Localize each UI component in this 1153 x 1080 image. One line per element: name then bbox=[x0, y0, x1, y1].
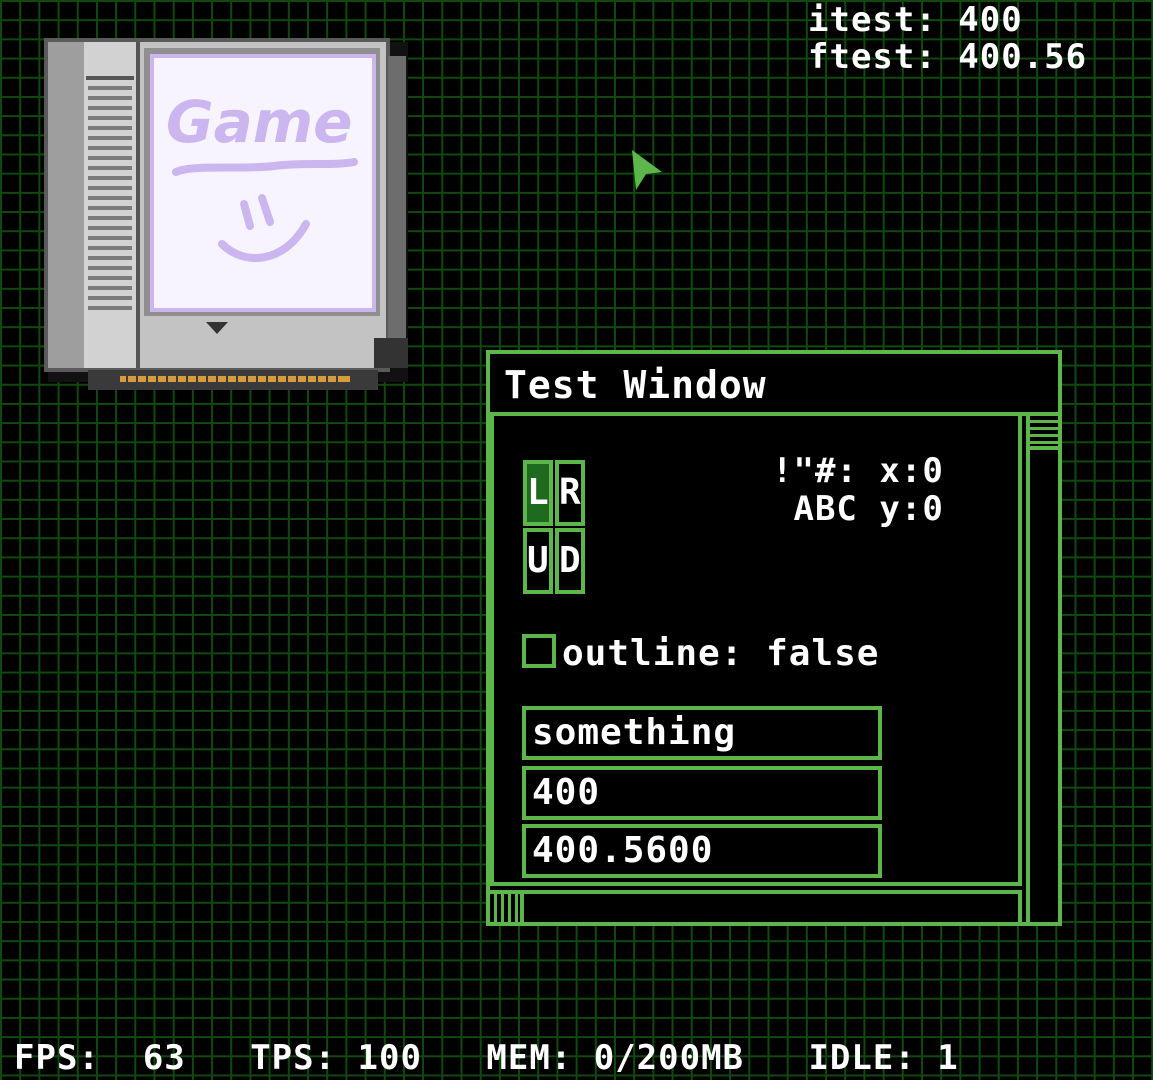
window-title[interactable]: Test Window bbox=[504, 360, 767, 410]
tps-readout: TPS: 100 bbox=[250, 1038, 422, 1078]
horizontal-scrollbar[interactable] bbox=[490, 890, 1022, 922]
itest-readout: itest: 400 bbox=[808, 0, 1023, 40]
fps-readout: FPS: 63 bbox=[14, 1038, 186, 1078]
dpad-right-button[interactable]: R bbox=[555, 460, 585, 526]
dpad-up-button[interactable]: U bbox=[523, 528, 553, 594]
dpad-down-button[interactable]: D bbox=[555, 528, 585, 594]
vertical-scroll-thumb[interactable] bbox=[1030, 416, 1058, 450]
dpad-left-button[interactable]: L bbox=[523, 460, 553, 526]
idle-readout: IDLE: 1 bbox=[808, 1038, 959, 1078]
text-input-field[interactable]: something bbox=[522, 706, 882, 760]
outline-checkbox-label: outline: false bbox=[562, 633, 880, 674]
status-bar: FPS: 63 TPS: 100 MEM: 0/200MB IDLE: 1 bbox=[14, 1036, 959, 1080]
coordinate-x: x:0 bbox=[879, 451, 944, 491]
ftest-readout: ftest: 400.56 bbox=[808, 37, 1088, 77]
horizontal-scroll-track[interactable] bbox=[524, 894, 1022, 922]
float-input-field[interactable]: 400.5600 bbox=[522, 824, 882, 878]
symbol-sample: !"#: bbox=[772, 451, 858, 491]
horizontal-scroll-thumb[interactable] bbox=[490, 894, 524, 922]
vertical-scrollbar[interactable] bbox=[1026, 416, 1058, 922]
outline-checkbox[interactable] bbox=[522, 634, 556, 668]
coordinate-y: y:0 bbox=[879, 489, 944, 529]
mem-readout: MEM: 0/200MB bbox=[486, 1038, 745, 1078]
cartridge-graphic: Game bbox=[44, 38, 408, 390]
integer-input-field[interactable]: 400 bbox=[522, 766, 882, 820]
debug-readout: itest: 400 ftest: 400.56 bbox=[808, 2, 1087, 76]
alphabet-sample: ABC bbox=[793, 489, 858, 529]
cartridge-label-text: Game bbox=[166, 88, 353, 156]
text-sample-readout: !"#: x:0 ABC y:0 bbox=[772, 452, 944, 528]
game-cartridge-sprite: Game bbox=[44, 38, 412, 394]
cursor-arrow-icon bbox=[630, 148, 664, 192]
